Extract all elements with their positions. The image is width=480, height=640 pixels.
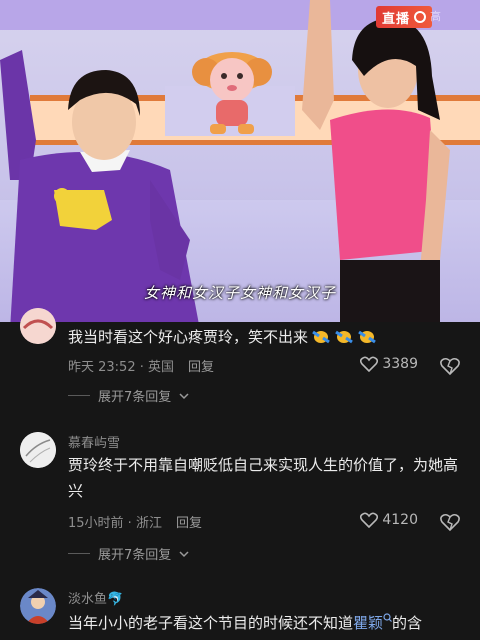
- video-player[interactable]: 直播 高 女神和女汉子女神和女汉子: [0, 0, 480, 322]
- divider-line: [68, 395, 90, 396]
- live-indicator-icon: [414, 11, 427, 23]
- comment-list: 我当时看这个好心疼贾玲，笑不出来 昨天 23:52 · 英国 回复 3389 展…: [0, 308, 480, 640]
- comment-time-location: 15小时前 · 浙江: [68, 516, 162, 531]
- chevron-down-icon: [179, 550, 189, 557]
- comment-time-location: 昨天 23:52 · 英国: [68, 360, 174, 375]
- expand-replies-button[interactable]: 展开7条回复: [68, 386, 189, 405]
- comment-meta: 昨天 23:52 · 英国 回复: [68, 356, 214, 375]
- comment-item: 淡水鱼🐬 当年小小的老子看这个节目的时候还不知道瞿颖 的含: [0, 582, 480, 640]
- video-subtitle: 女神和女汉子女神和女汉子: [143, 284, 336, 302]
- comment-item: 我当时看这个好心疼贾玲，笑不出来 昨天 23:52 · 英国 回复 3389 展…: [0, 308, 480, 418]
- avatar[interactable]: [20, 588, 56, 624]
- cry-laugh-emoji: [358, 330, 376, 344]
- expand-replies-label: 展开7条回复: [98, 390, 172, 405]
- chevron-down-icon: [179, 392, 189, 399]
- comment-username[interactable]: 淡水鱼🐬: [68, 588, 123, 607]
- broken-heart-icon[interactable]: [440, 356, 460, 376]
- live-badge-label: 直播: [382, 11, 411, 27]
- heart-icon: [360, 512, 379, 528]
- like-button[interactable]: 4120: [360, 512, 418, 528]
- comment-username[interactable]: 慕春屿雪: [68, 432, 120, 451]
- divider-line: [68, 553, 90, 554]
- search-keyword-link[interactable]: 瞿颖: [353, 613, 392, 632]
- heart-icon: [360, 356, 379, 372]
- expand-replies-label: 展开7条回复: [98, 548, 172, 563]
- like-button[interactable]: 3389: [360, 356, 418, 372]
- performer-right: [302, 0, 450, 322]
- search-small-icon: [383, 613, 392, 622]
- avatar[interactable]: [20, 432, 56, 468]
- like-count: 4120: [382, 512, 418, 528]
- cry-laugh-emoji: [312, 330, 330, 344]
- cry-laugh-emoji: [335, 330, 353, 344]
- avatar[interactable]: [20, 308, 56, 344]
- like-count: 3389: [382, 356, 418, 372]
- channel-watermark: 高: [430, 10, 441, 23]
- comment-meta: 15小时前 · 浙江 回复: [68, 512, 202, 531]
- comment-text: 当年小小的老子看这个节目的时候还不知道瞿颖 的含: [68, 613, 423, 632]
- comment-text: 我当时看这个好心疼贾玲，笑不出来: [68, 324, 463, 350]
- broken-heart-icon[interactable]: [440, 512, 460, 532]
- performer-left: [0, 50, 199, 322]
- live-badge: 直播: [376, 6, 433, 28]
- expand-replies-button[interactable]: 展开7条回复: [68, 544, 189, 563]
- reply-button[interactable]: 回复: [176, 512, 202, 531]
- comment-item: 慕春屿雪 贾玲终于不用靠自嘲贬低自己来实现人生的价值了，为她高兴 15小时前 ·…: [0, 426, 480, 566]
- comment-text: 贾玲终于不用靠自嘲贬低自己来实现人生的价值了，为她高兴: [68, 456, 459, 500]
- reply-button[interactable]: 回复: [188, 356, 214, 375]
